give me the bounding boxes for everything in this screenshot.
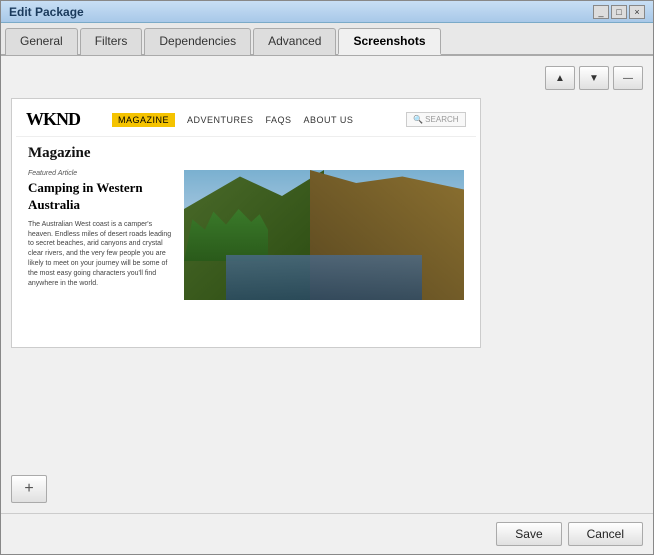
footer-bar: Save Cancel [1, 513, 653, 554]
minimize-button[interactable]: _ [593, 5, 609, 19]
mini-nav: WKND MAGAZINE ADVENTURES FAQS ABOUT US 🔍… [16, 103, 476, 137]
article-tag: Featured Article [28, 170, 174, 177]
nav-faqs: FAQS [266, 115, 292, 125]
nav-about: ABOUT US [304, 115, 354, 125]
remove-button[interactable]: — [613, 66, 643, 90]
mini-body: Magazine Featured Article Camping in Wes… [16, 137, 476, 343]
nav-adventures: ADVENTURES [187, 115, 254, 125]
tabs-bar: General Filters Dependencies Advanced Sc… [1, 23, 653, 56]
screenshots-list: WKND MAGAZINE ADVENTURES FAQS ABOUT US 🔍… [11, 98, 643, 469]
cancel-button[interactable]: Cancel [568, 522, 643, 546]
tab-dependencies[interactable]: Dependencies [144, 28, 251, 55]
article-body: The Australian West coast is a camper's … [28, 220, 174, 289]
top-controls: ▲ ▼ — [11, 66, 643, 90]
tab-general[interactable]: General [5, 28, 78, 55]
edit-package-window: Edit Package _ □ × General Filters Depen… [0, 0, 654, 555]
screenshot-preview: WKND MAGAZINE ADVENTURES FAQS ABOUT US 🔍… [16, 103, 476, 343]
page-title: Magazine [28, 145, 464, 162]
site-logo: WKND [26, 109, 80, 130]
window-title: Edit Package [9, 5, 84, 19]
tab-screenshots[interactable]: Screenshots [338, 28, 440, 55]
screenshot-item[interactable]: WKND MAGAZINE ADVENTURES FAQS ABOUT US 🔍… [11, 98, 481, 348]
move-down-button[interactable]: ▼ [579, 66, 609, 90]
article-image [184, 170, 464, 300]
mini-article: Featured Article Camping in Western Aust… [28, 170, 464, 300]
move-up-button[interactable]: ▲ [545, 66, 575, 90]
content-area: ▲ ▼ — WKND [1, 56, 653, 513]
article-title: Camping in Western Australia [28, 180, 174, 214]
title-bar: Edit Package _ □ × [1, 1, 653, 23]
maximize-button[interactable]: □ [611, 5, 627, 19]
add-screenshot-button[interactable]: + [11, 475, 47, 503]
tab-filters[interactable]: Filters [80, 28, 143, 55]
nav-search: 🔍 SEARCH [406, 112, 466, 127]
nav-magazine: MAGAZINE [112, 113, 175, 127]
screenshots-container: ▲ ▼ — WKND [11, 66, 643, 503]
close-button[interactable]: × [629, 5, 645, 19]
article-text: Featured Article Camping in Western Aust… [28, 170, 174, 300]
mini-site: WKND MAGAZINE ADVENTURES FAQS ABOUT US 🔍… [16, 103, 476, 343]
window-controls: _ □ × [593, 5, 645, 19]
tab-advanced[interactable]: Advanced [253, 28, 336, 55]
save-button[interactable]: Save [496, 522, 561, 546]
